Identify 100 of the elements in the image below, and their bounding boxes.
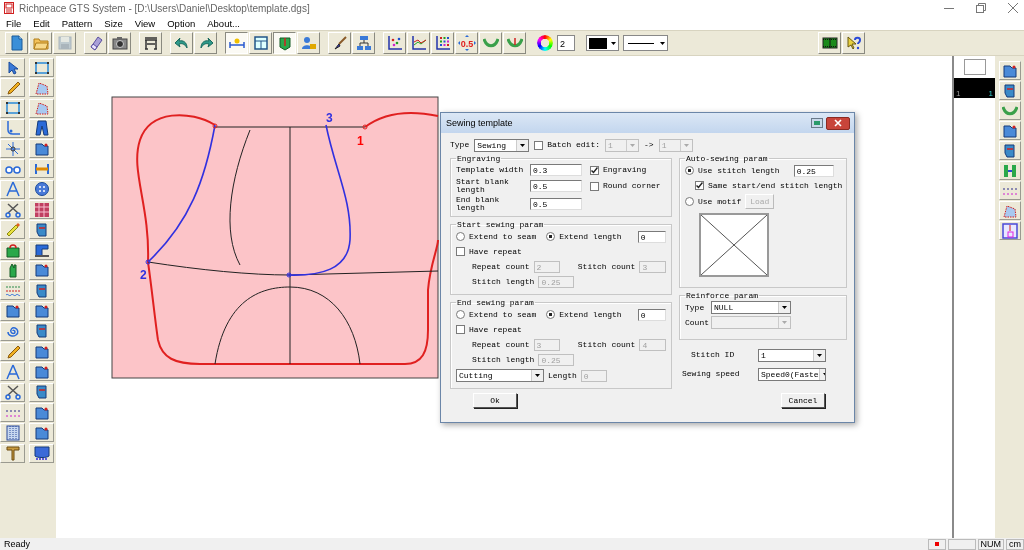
menu-item[interactable]: Pattern xyxy=(60,17,94,29)
tool-button[interactable] xyxy=(998,141,1021,160)
tool-button[interactable] xyxy=(29,342,54,362)
dropdown[interactable]: NULL xyxy=(711,301,791,314)
color-wheel-icon[interactable] xyxy=(537,35,553,51)
radio-button[interactable] xyxy=(546,232,556,241)
tool-button[interactable] xyxy=(998,81,1021,100)
menu-item[interactable]: Edit xyxy=(32,17,51,29)
tool-button[interactable] xyxy=(0,301,25,321)
pattern-piece-icon xyxy=(33,100,50,117)
tool-button[interactable] xyxy=(29,301,54,321)
checkbox[interactable] xyxy=(590,165,599,175)
text-field[interactable]: 0.5 xyxy=(530,198,582,210)
radio-button[interactable] xyxy=(546,310,556,319)
tool-button[interactable] xyxy=(0,200,25,220)
tool-button[interactable] xyxy=(0,260,25,280)
radio-button[interactable] xyxy=(685,166,694,175)
pattern-piece-icon xyxy=(33,221,50,238)
rectangle-icon xyxy=(4,100,21,117)
checkbox[interactable] xyxy=(590,181,599,191)
tool-button[interactable] xyxy=(0,78,25,98)
menu-item[interactable]: About... xyxy=(206,17,241,29)
close-icon xyxy=(834,119,842,127)
menu-item[interactable]: Option xyxy=(166,17,197,29)
cancel-button[interactable]: Cancel xyxy=(781,393,825,408)
text-field[interactable]: 0.3 xyxy=(530,164,582,176)
pattern-piece-icon xyxy=(33,282,50,299)
checkbox[interactable] xyxy=(695,181,704,190)
field-label: Stitch length xyxy=(472,277,535,286)
tool-button[interactable] xyxy=(29,382,54,402)
tool-button[interactable] xyxy=(29,281,54,301)
close-icon[interactable] xyxy=(1008,3,1018,13)
corner-curve-icon xyxy=(4,120,21,137)
field-label: Use motif xyxy=(698,197,742,206)
tool-button[interactable] xyxy=(998,121,1021,140)
tool-button[interactable] xyxy=(0,139,25,159)
tool-button[interactable] xyxy=(29,179,54,199)
tool-button[interactable] xyxy=(0,98,25,118)
text-field[interactable]: 0.25 xyxy=(793,164,834,177)
group-title: Start sewing param xyxy=(456,220,545,229)
radio-button[interactable] xyxy=(456,310,465,319)
tool-button[interactable] xyxy=(998,61,1021,80)
close-button[interactable] xyxy=(826,116,850,130)
dropdown[interactable]: 1 xyxy=(758,348,826,362)
tool-button[interactable] xyxy=(29,362,54,382)
field-label: Extend length xyxy=(559,232,622,241)
caret-icon xyxy=(778,317,790,328)
pattern-piece-icon xyxy=(1001,142,1018,159)
line-width-field[interactable]: 2 xyxy=(557,35,575,51)
pattern-piece-icon xyxy=(33,363,50,380)
tool-button[interactable] xyxy=(29,260,54,280)
tool-button[interactable] xyxy=(29,443,54,463)
tool-button[interactable] xyxy=(29,139,54,159)
pocket-icon xyxy=(276,35,293,51)
restore-icon[interactable] xyxy=(811,118,823,128)
tool-button[interactable] xyxy=(29,58,54,77)
point-label: 1 xyxy=(357,134,364,148)
pattern-piece-icon xyxy=(4,303,21,320)
pattern-piece-icon xyxy=(33,424,50,441)
dropdown[interactable]: Cutting xyxy=(456,369,544,382)
ok-button[interactable]: Ok xyxy=(473,393,517,408)
menu-item[interactable]: File xyxy=(5,17,23,29)
toolbar-button[interactable]: 0.5 xyxy=(455,32,478,54)
tool-button[interactable] xyxy=(29,403,54,423)
status-field: NUM xyxy=(977,538,1004,550)
group-title: Auto-sewing param xyxy=(685,154,769,163)
pattern-piece-icon xyxy=(1001,122,1018,139)
tool-button[interactable] xyxy=(29,321,54,341)
tool-button[interactable] xyxy=(29,423,54,443)
checkbox[interactable] xyxy=(456,325,465,334)
field-label: -> xyxy=(644,141,654,149)
tool-button[interactable] xyxy=(0,382,25,402)
tool-button[interactable] xyxy=(29,220,54,240)
piece-list-item[interactable]: 1 1 xyxy=(954,78,995,98)
text-field[interactable]: 0 xyxy=(637,230,666,243)
checkbox[interactable] xyxy=(456,247,465,256)
plotter-icon xyxy=(142,35,159,51)
field-label: Extend to seam xyxy=(469,232,537,241)
tool-button[interactable] xyxy=(0,58,25,77)
tool-button[interactable] xyxy=(0,342,25,362)
bag-icon xyxy=(4,242,21,259)
menu-item[interactable]: Size xyxy=(103,17,124,29)
text-field[interactable]: 0 xyxy=(637,308,666,321)
field-label: Extend length xyxy=(559,310,622,319)
color-dropdown[interactable] xyxy=(586,35,619,51)
tool-button[interactable] xyxy=(29,240,54,260)
dropdown[interactable]: Sewing xyxy=(474,138,530,152)
text-field[interactable]: 0.5 xyxy=(530,180,582,192)
menu-item[interactable]: View xyxy=(133,17,157,29)
network-icon xyxy=(355,35,372,51)
line-style-dropdown[interactable] xyxy=(623,35,668,51)
radio-button[interactable] xyxy=(685,197,694,206)
radio-button[interactable] xyxy=(456,232,465,241)
dropdown[interactable]: Speed0(Faste xyxy=(758,367,826,381)
caret-icon xyxy=(813,349,825,361)
maximize-icon[interactable] xyxy=(976,3,986,13)
field-label: Sewing speed xyxy=(682,370,741,378)
toolbar-button[interactable] xyxy=(273,32,296,54)
tool-button[interactable] xyxy=(29,118,54,138)
line-graph-icon xyxy=(410,35,427,51)
